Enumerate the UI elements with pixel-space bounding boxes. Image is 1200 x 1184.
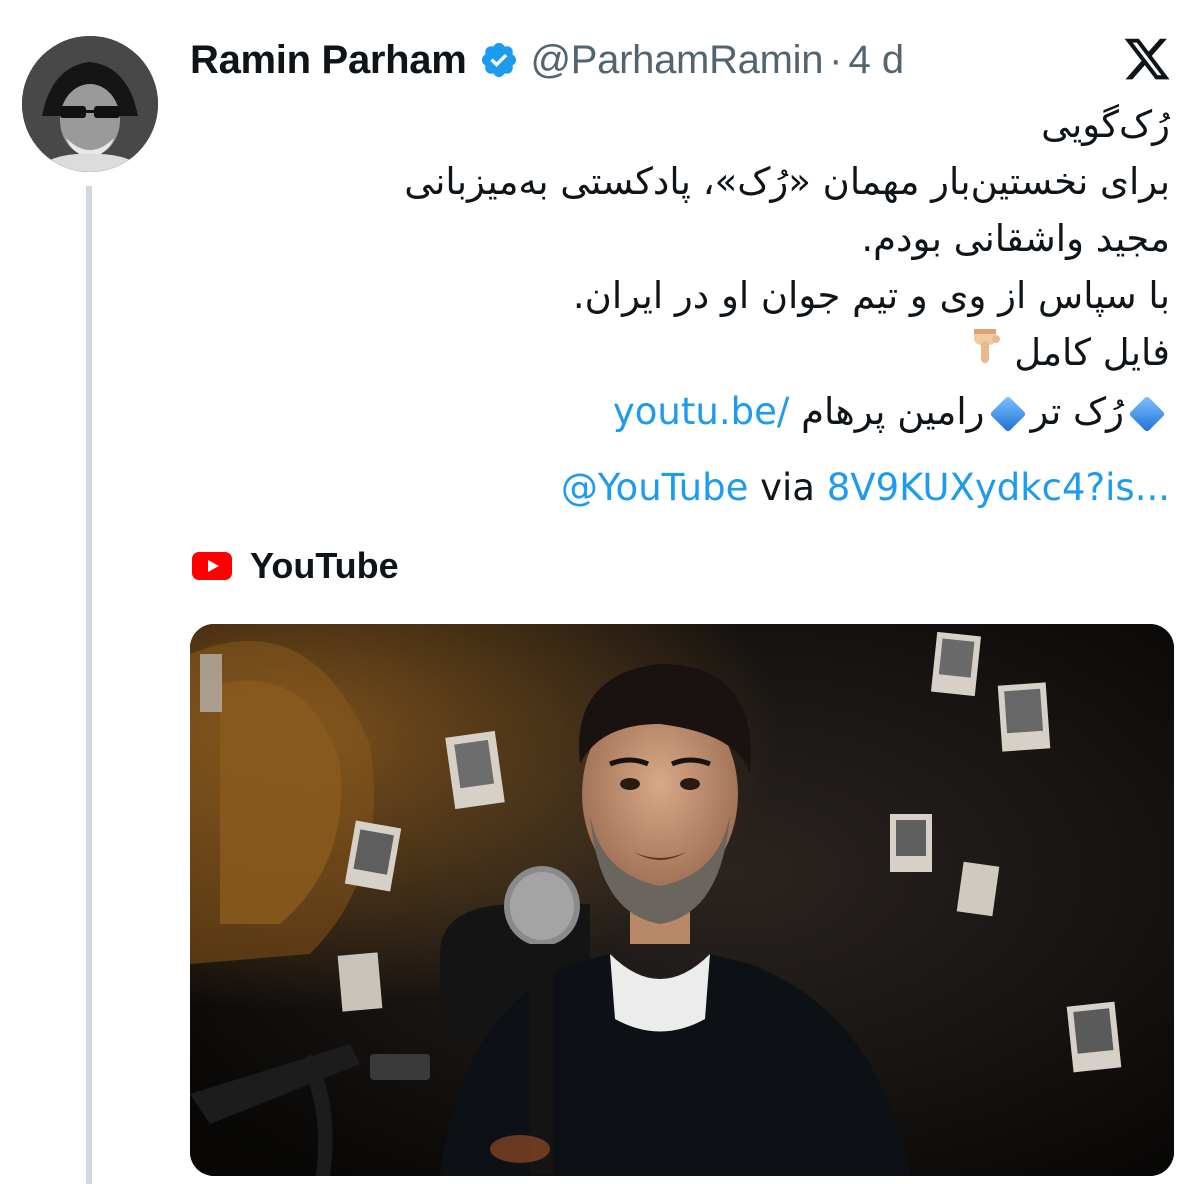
tweet-text: رُک‌گویی برای نخستین‌بار مهمان «رُک»، پا… (210, 96, 1170, 440)
avatar[interactable] (22, 36, 158, 172)
display-name[interactable]: Ramin Parham (190, 38, 467, 83)
small-blue-diamond-icon (989, 395, 1026, 432)
tweet-line-1: رُک‌گویی (1041, 103, 1170, 146)
youtube-logo-icon (192, 552, 232, 580)
card-source[interactable]: YouTube (192, 540, 399, 592)
card-source-label: YouTube (250, 545, 399, 586)
tweet-line-3: مجید واشقانی بودم. (861, 217, 1170, 260)
video-thumbnail[interactable] (190, 624, 1174, 1176)
tweet-header: Ramin Parham @ParhamRamin · 4 d (190, 32, 904, 88)
thread-line (86, 186, 92, 1184)
backhand-index-pointing-down-icon (970, 326, 1004, 383)
youtube-link-start[interactable]: youtu.be/ (613, 390, 789, 433)
youtube-mention-link[interactable]: @YouTube (561, 466, 748, 509)
timestamp[interactable]: 4 d (848, 38, 904, 83)
user-handle[interactable]: @ParhamRamin (531, 38, 824, 83)
x-logo-icon[interactable] (1122, 34, 1172, 84)
small-blue-diamond-icon (1128, 395, 1166, 432)
tweet-link-line: رُک تر رامین پرهام youtu.be/ (210, 383, 1170, 440)
verified-badge-icon (479, 40, 519, 80)
tweet-screenshot: Ramin Parham @ParhamRamin · 4 d رُک‌گویی… (0, 0, 1200, 1184)
video-title-part2: رامین پرهام (801, 390, 985, 433)
via-text: via (760, 466, 815, 509)
video-title-part1: رُک تر (1030, 390, 1124, 433)
tweet-line-5: فایل کامل (210, 324, 1170, 383)
tweet-last-line: @YouTube via 8V9KUXydkc4?is... (561, 459, 1170, 516)
youtube-link-rest[interactable]: 8V9KUXydkc4?is... (827, 466, 1170, 509)
tweet-line-2: برای نخستین‌بار مهمان «رُک»، پادکستی به‌… (404, 160, 1170, 203)
header-separator: · (829, 37, 843, 82)
tweet-line-4: با سپاس از وی و تیم جوان او در ایران. (572, 274, 1170, 317)
full-file-text: فایل کامل (1014, 331, 1170, 374)
